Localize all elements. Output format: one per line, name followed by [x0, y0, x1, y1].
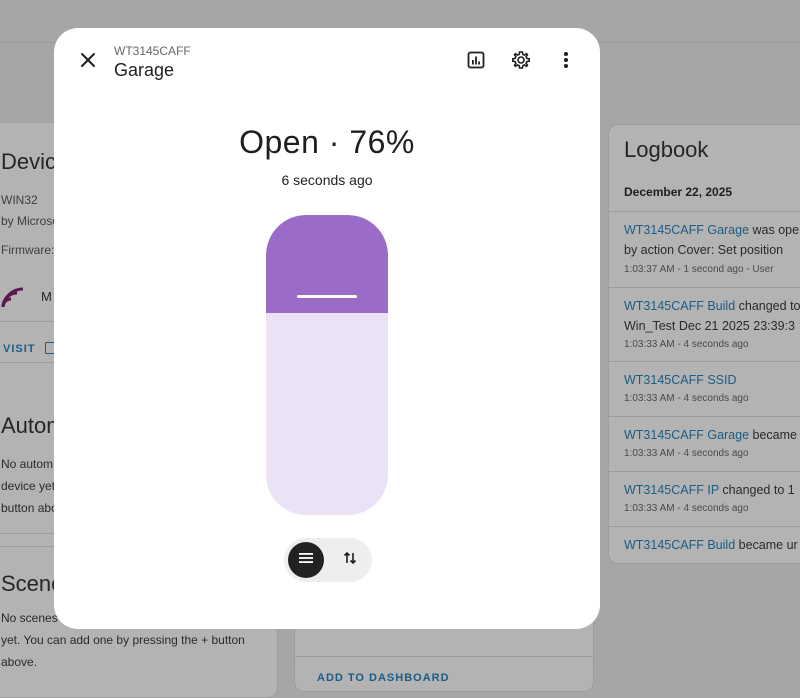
logbook-message: was ope: [749, 223, 800, 237]
close-button[interactable]: [74, 48, 102, 76]
more-options-button[interactable]: [552, 48, 580, 76]
cover-state: Open · 76%: [239, 124, 415, 160]
logbook-entry-text: WT3145CAFF Garage was ope by action Cove…: [624, 220, 800, 260]
logbook-timestamp: 1:03:37 AM - 1 second ago - User: [624, 264, 774, 275]
buttons-mode-button[interactable]: [332, 542, 368, 578]
logbook-entry-text: WT3145CAFF Build became ur: [624, 535, 800, 555]
page-more-icon[interactable]: ⋮: [795, 84, 800, 104]
position-mode-button[interactable]: [288, 542, 324, 578]
logbook-entity-link[interactable]: WT3145CAFF Garage: [624, 428, 749, 442]
more-info-dialog: WT3145CAFF Garage Open · 76% 6 seconds a…: [54, 28, 600, 629]
position-slider-handle[interactable]: [297, 295, 357, 298]
close-icon: [80, 52, 96, 73]
logbook-entry-text: WT3145CAFF Garage became: [624, 425, 800, 445]
position-slider[interactable]: [266, 215, 388, 515]
logbook-entry[interactable]: WT3145CAFF Garage became 1:03:33 AM - 4 …: [609, 416, 800, 472]
logbook-message: became ur: [735, 538, 798, 552]
device-manufacturer: by Microso: [1, 214, 60, 228]
logbook-entity-link[interactable]: WT3145CAFF Build: [624, 299, 735, 313]
logbook-card: Logbook December 22, 2025 WT3145CAFF Gar…: [608, 124, 800, 564]
logbook-entity-link[interactable]: WT3145CAFF Build: [624, 538, 735, 552]
dialog-entity-name: Garage: [114, 60, 175, 80]
device-model: WIN32: [1, 193, 38, 207]
logbook-entry[interactable]: WT3145CAFF SSID 1:03:33 AM - 4 seconds a…: [609, 361, 800, 417]
logbook-entry[interactable]: WT3145CAFF IP changed to 1 1:03:33 AM - …: [609, 471, 800, 527]
logbook-timestamp: 1:03:33 AM - 4 seconds ago: [624, 339, 749, 350]
wifi-signal-icon: [1, 287, 25, 308]
logbook-entity-link[interactable]: WT3145CAFF Garage: [624, 223, 749, 237]
logbook-entry[interactable]: WT3145CAFF Garage was ope by action Cove…: [609, 211, 800, 288]
add-to-dashboard-button[interactable]: ADD TO DASHBOARD: [317, 672, 450, 684]
logbook-timestamp: 1:03:33 AM - 4 seconds ago: [624, 503, 749, 514]
settings-button[interactable]: [507, 48, 535, 76]
logbook-message: Win_Test Dec 21 2025 23:39:3: [624, 319, 795, 333]
history-button[interactable]: [462, 48, 490, 76]
logbook-entry-text: WT3145CAFF IP changed to 1: [624, 480, 800, 500]
logbook-entry[interactable]: WT3145CAFF Build changed to Win_Test Dec…: [609, 287, 800, 362]
logbook-entry-text: WT3145CAFF SSID: [624, 370, 800, 390]
logbook-message: changed to 1: [718, 483, 795, 497]
logbook-message: changed to: [735, 299, 800, 313]
visit-device-link[interactable]: VISIT: [3, 343, 36, 355]
control-mode-switch: [284, 538, 372, 582]
text-line: yet. You can add one by pressing the + b…: [1, 633, 245, 647]
device-firmware: Firmware:: [1, 243, 55, 257]
last-changed: 6 seconds ago: [281, 172, 373, 188]
logbook-message: became: [749, 428, 797, 442]
logbook-message: by action Cover: Set position: [624, 243, 784, 257]
divider: [295, 656, 593, 657]
position-slider-fill: [266, 215, 388, 313]
logbook-title: Logbook: [624, 137, 709, 162]
logbook-timestamp: 1:03:33 AM - 4 seconds ago: [624, 393, 749, 404]
arrow-up-down-icon: [342, 550, 358, 571]
logbook-entity-link[interactable]: WT3145CAFF IP: [624, 483, 719, 497]
cog-icon: [511, 50, 531, 75]
logbook-entity-link[interactable]: WT3145CAFF SSID: [624, 373, 737, 387]
logbook-entry-text: WT3145CAFF Build changed to Win_Test Dec…: [624, 296, 800, 336]
logbook-timestamp: 1:03:33 AM - 4 seconds ago: [624, 448, 749, 459]
device-connection-label: M: [41, 289, 52, 304]
menu-icon: [298, 551, 314, 570]
chart-box-icon: [467, 51, 485, 74]
dialog-device-name: WT3145CAFF: [114, 44, 191, 58]
logbook-date: December 22, 2025: [624, 185, 733, 199]
text-line: above.: [1, 655, 38, 669]
logbook-entry[interactable]: WT3145CAFF Build became ur: [609, 526, 800, 564]
dots-vertical-icon: [563, 51, 569, 74]
